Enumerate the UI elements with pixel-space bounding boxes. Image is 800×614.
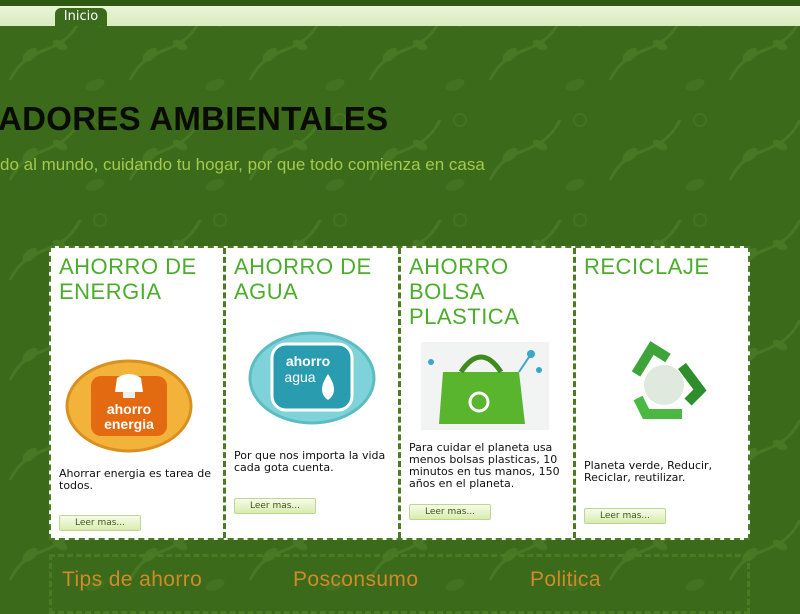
site-title: ADORES AMBIENTALES xyxy=(0,100,389,137)
card-reciclaje: RECICLAJE Planeta verde, Reducir, Recicl… xyxy=(573,248,748,538)
link-politica[interactable]: Politica xyxy=(530,568,601,592)
water-icon-line1: ahorro xyxy=(286,353,330,369)
feature-cards-panel: AHORRO DE ENERGIA ahorro energia Ahorrar… xyxy=(49,246,750,540)
green-bag-icon xyxy=(421,342,549,430)
energy-icon-line2: energia xyxy=(104,416,154,432)
link-tips-de-ahorro[interactable]: Tips de ahorro xyxy=(62,568,202,592)
card-description: Para cuidar el planeta usa menos bolsas … xyxy=(409,441,560,490)
card-title[interactable]: RECICLAJE xyxy=(584,254,744,279)
card-description: Planeta verde, Reducir, Reciclar, reutil… xyxy=(584,459,713,484)
card-title[interactable]: AHORRO DE AGUA xyxy=(234,254,394,304)
read-more-button[interactable]: Leer mas... xyxy=(59,515,141,531)
read-more-button[interactable]: Leer mas... xyxy=(409,504,491,520)
card-ahorro-agua: AHORRO DE AGUA ahorro agua Por que nos i… xyxy=(223,248,399,538)
water-icon-line2: agua xyxy=(284,369,315,385)
card-title[interactable]: AHORRO BOLSA PLASTICA xyxy=(409,254,569,329)
card-description: Por que nos importa la vida cada gota cu… xyxy=(234,449,386,474)
water-drop-icon: ahorro agua xyxy=(248,331,376,425)
energy-icon-line1: ahorro xyxy=(107,401,151,417)
energy-saving-bulb-icon: ahorro energia xyxy=(65,359,193,453)
card-ahorro-energia: AHORRO DE ENERGIA ahorro energia Ahorrar… xyxy=(51,248,225,538)
card-ahorro-bolsa: AHORRO BOLSA PLASTICA Para cuidar el pla… xyxy=(398,248,574,538)
card-title[interactable]: AHORRO DE ENERGIA xyxy=(59,254,219,304)
top-nav-bar xyxy=(0,0,800,26)
nav-tab-inicio[interactable]: Inicio xyxy=(55,8,107,26)
link-posconsumo[interactable]: Posconsumo xyxy=(293,568,418,592)
site-tagline: do al mundo, cuidando tu hogar, por que … xyxy=(0,155,485,174)
recycle-icon xyxy=(596,338,732,432)
card-description: Ahorrar energia es tarea de todos. xyxy=(59,467,212,492)
read-more-button[interactable]: Leer mas... xyxy=(584,508,666,524)
read-more-button[interactable]: Leer mas... xyxy=(234,498,316,514)
